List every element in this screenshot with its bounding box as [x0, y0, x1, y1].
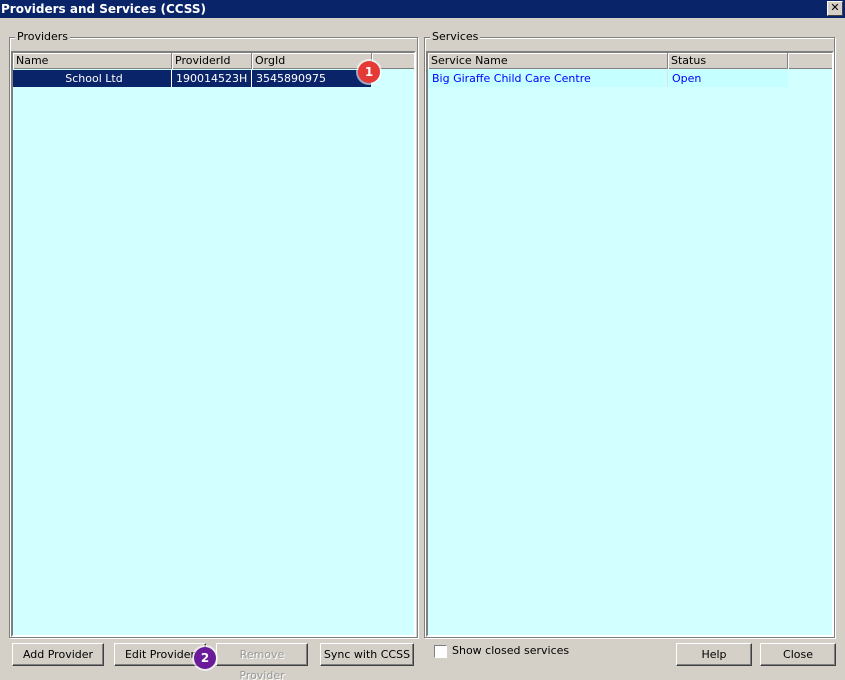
remove-provider-button[interactable]: Remove Provider — [216, 643, 308, 680]
column-header-name[interactable]: Name — [13, 53, 172, 69]
column-header-filler — [788, 53, 832, 69]
sync-with-ccss-button[interactable]: Sync with CCSS — [320, 643, 414, 666]
service-status-cell: Open — [672, 72, 702, 85]
column-header-orgid[interactable]: OrgId — [252, 53, 372, 69]
providers-list[interactable]: Name ProviderId OrgId School Ltd 1900145… — [11, 51, 416, 637]
annotation-marker-1: 1 — [358, 61, 380, 83]
provider-id-cell: 190014523H — [172, 70, 252, 87]
window-title: Providers and Services (CCSS) — [1, 2, 207, 16]
providers-group-label: Providers — [15, 30, 71, 43]
services-list-header: Service Name Status — [428, 53, 832, 69]
show-closed-services-checkbox[interactable] — [434, 645, 447, 658]
column-header-service-name[interactable]: Service Name — [428, 53, 668, 69]
title-bar: Providers and Services (CCSS) ✕ — [0, 0, 845, 18]
help-button[interactable]: Help — [676, 643, 752, 666]
provider-name-cell: School Ltd — [13, 70, 172, 87]
annotation-marker-2: 2 — [194, 647, 216, 669]
close-icon[interactable]: ✕ — [827, 1, 843, 16]
add-provider-button[interactable]: Add Provider — [12, 643, 104, 666]
show-closed-services-label[interactable]: Show closed services — [452, 644, 569, 657]
edit-provider-button[interactable]: Edit Provider — [114, 643, 206, 666]
provider-row[interactable]: School Ltd 190014523H 3545890975 — [13, 70, 371, 87]
provider-orgid-cell: 3545890975 — [256, 72, 326, 85]
services-group-label: Services — [430, 30, 481, 43]
column-header-status[interactable]: Status — [668, 53, 788, 69]
services-list[interactable]: Service Name Status Big Giraffe Child Ca… — [426, 51, 834, 637]
service-row[interactable]: Big Giraffe Child Care Centre Open — [428, 70, 788, 87]
close-button[interactable]: Close — [760, 643, 836, 666]
providers-list-header: Name ProviderId OrgId — [13, 53, 414, 69]
service-name-cell: Big Giraffe Child Care Centre — [428, 70, 668, 87]
column-header-providerid[interactable]: ProviderId — [172, 53, 252, 69]
